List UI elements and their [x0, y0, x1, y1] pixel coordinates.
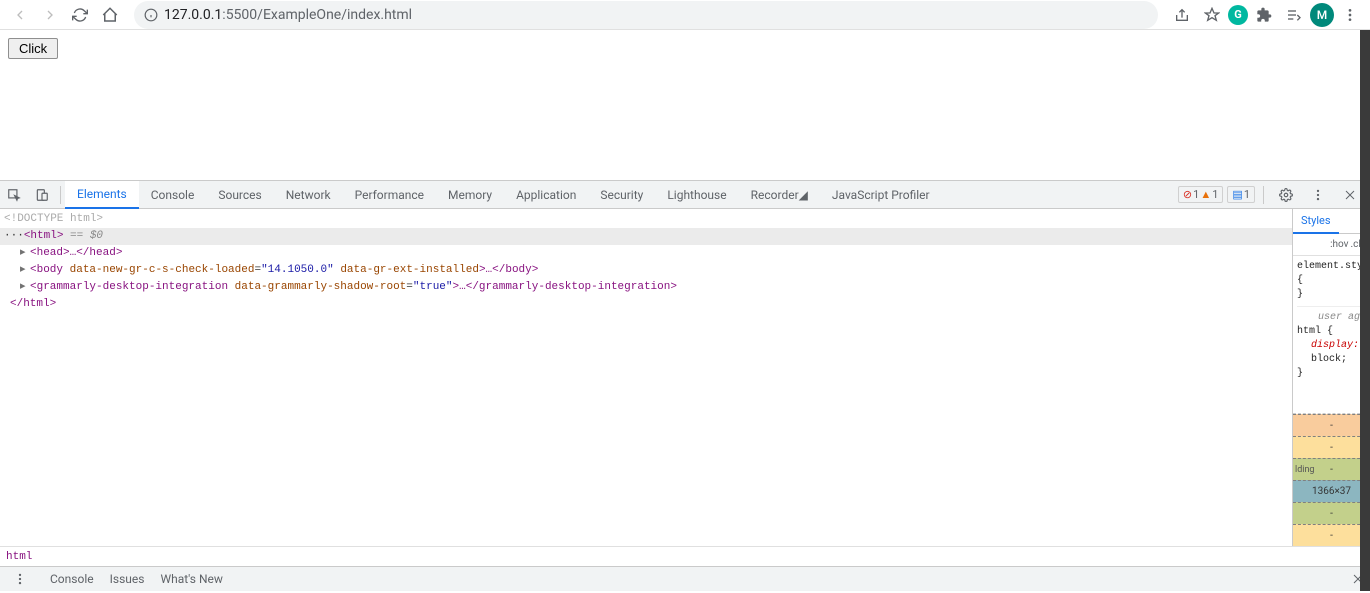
- tab-console[interactable]: Console: [139, 181, 207, 209]
- tab-recorder[interactable]: Recorder ◢: [739, 181, 820, 209]
- drawer-tab-whatsnew[interactable]: What's New: [160, 572, 222, 586]
- message-icon: ▤: [1232, 188, 1242, 201]
- devtools-tab-bar: Elements Console Sources Network Perform…: [0, 181, 1370, 209]
- browser-toolbar: 127.0.0.1:5500/ExampleOne/index.html G M: [0, 0, 1370, 30]
- styles-rules[interactable]: element.style { } user ag… html { displa…: [1293, 256, 1370, 413]
- dom-head[interactable]: ▸<head>…</head>: [0, 245, 1292, 262]
- elements-breadcrumb[interactable]: html: [0, 546, 1370, 566]
- devtools-drawer: Console Issues What's New: [0, 566, 1370, 591]
- dom-html-close[interactable]: </html>: [0, 296, 1292, 313]
- box-padding: lding-: [1293, 458, 1370, 480]
- drawer-tab-console[interactable]: Console: [50, 572, 94, 586]
- box-margin: -: [1293, 414, 1370, 436]
- tab-sources[interactable]: Sources: [206, 181, 273, 209]
- home-button[interactable]: [96, 1, 124, 29]
- tab-memory[interactable]: Memory: [436, 181, 504, 209]
- dom-html[interactable]: ···<html> == $0: [0, 228, 1292, 245]
- messages-badge[interactable]: ▤1: [1227, 186, 1255, 203]
- address-bar[interactable]: 127.0.0.1:5500/ExampleOne/index.html: [134, 1, 1158, 29]
- extensions-icon[interactable]: [1250, 1, 1278, 29]
- warning-icon: ▲: [1200, 188, 1211, 201]
- info-icon[interactable]: [144, 8, 158, 22]
- dom-grammarly[interactable]: ▸<grammarly-desktop-integration data-gra…: [0, 279, 1292, 296]
- devtools-panel: Elements Console Sources Network Perform…: [0, 180, 1370, 566]
- more-icon[interactable]: [1304, 181, 1332, 209]
- dom-doctype[interactable]: <!DOCTYPE html>: [0, 211, 1292, 228]
- reload-button[interactable]: [66, 1, 94, 29]
- drawer-menu-icon[interactable]: [6, 565, 34, 593]
- tab-performance[interactable]: Performance: [343, 181, 436, 209]
- tab-application[interactable]: Application: [504, 181, 588, 209]
- warning-count: 1: [1212, 188, 1218, 201]
- reading-list-icon[interactable]: [1280, 1, 1308, 29]
- styles-panel: Styles » :hov .cls element.style { } use…: [1292, 209, 1370, 546]
- message-count: 1: [1244, 188, 1250, 201]
- page-content: Click: [0, 30, 1370, 180]
- styles-tab[interactable]: Styles: [1293, 209, 1339, 234]
- settings-icon[interactable]: [1272, 181, 1300, 209]
- menu-icon[interactable]: [1336, 1, 1364, 29]
- elements-tree[interactable]: <!DOCTYPE html> ···<html> == $0 ▸<head>……: [0, 209, 1292, 546]
- tab-elements[interactable]: Elements: [65, 181, 139, 209]
- forward-button[interactable]: [36, 1, 64, 29]
- recorder-beta-icon: ◢: [799, 188, 808, 202]
- bookmark-icon[interactable]: [1198, 1, 1226, 29]
- profile-avatar[interactable]: M: [1310, 3, 1334, 27]
- hov-toggle[interactable]: :hov: [1330, 239, 1348, 250]
- dom-body[interactable]: ▸<body data-new-gr-c-s-check-loaded="14.…: [0, 262, 1292, 279]
- error-icon: ⊘: [1183, 188, 1192, 201]
- tab-network[interactable]: Network: [274, 181, 343, 209]
- error-warning-badge[interactable]: ⊘1 ▲1: [1178, 186, 1223, 203]
- tab-jsprofiler[interactable]: JavaScript Profiler: [820, 181, 942, 209]
- grammarly-extension-icon[interactable]: G: [1228, 5, 1248, 25]
- box-border: -: [1293, 436, 1370, 458]
- box-content: 1366×37: [1293, 480, 1370, 502]
- drawer-tab-issues[interactable]: Issues: [110, 572, 145, 586]
- tab-lighthouse[interactable]: Lighthouse: [655, 181, 738, 209]
- share-icon[interactable]: [1168, 1, 1196, 29]
- error-count: 1: [1193, 188, 1199, 201]
- device-toggle-icon[interactable]: [28, 181, 56, 209]
- box-model: - - lding- 1366×37 - -: [1293, 413, 1370, 546]
- inspect-icon[interactable]: [0, 181, 28, 209]
- url-text: 127.0.0.1:5500/ExampleOne/index.html: [164, 7, 412, 23]
- tab-security[interactable]: Security: [588, 181, 655, 209]
- back-button[interactable]: [6, 1, 34, 29]
- click-button[interactable]: Click: [8, 38, 58, 59]
- page-scrollbar[interactable]: [1360, 30, 1370, 591]
